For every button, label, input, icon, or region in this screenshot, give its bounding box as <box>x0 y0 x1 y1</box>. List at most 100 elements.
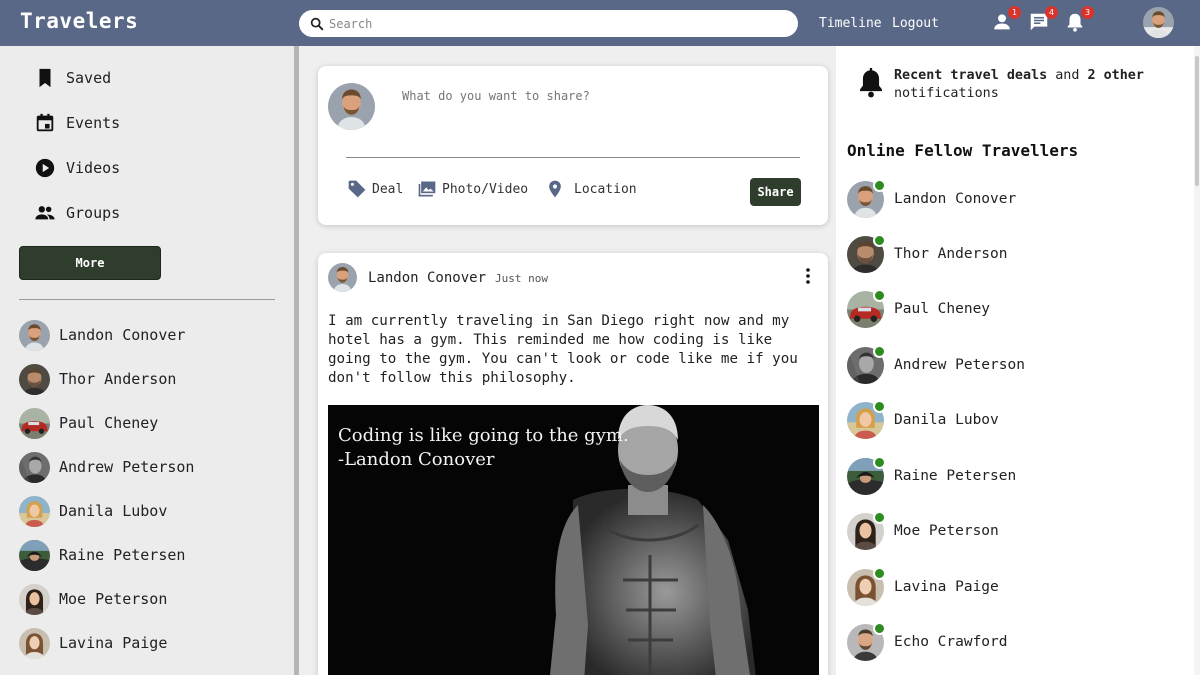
online-status-dot <box>873 621 886 635</box>
avatar <box>19 539 50 571</box>
online-traveler[interactable]: Thor Anderson <box>847 233 1008 273</box>
friend-name: Thor Anderson <box>59 370 177 388</box>
bookmark-icon <box>39 68 51 88</box>
share-input[interactable] <box>402 89 792 103</box>
notifications-button[interactable]: 3 <box>1064 6 1094 33</box>
online-traveler-name: Echo Crawford <box>894 634 1008 650</box>
online-traveler-name: Thor Anderson <box>894 246 1008 262</box>
online-traveler-name: Raine Petersen <box>894 468 1017 484</box>
online-traveler-name: Danila Lubov <box>894 412 999 428</box>
post-author-name[interactable]: Landon Conover <box>368 270 486 286</box>
deal-option[interactable]: Deal <box>347 179 403 199</box>
page-scrollbar[interactable] <box>1194 46 1200 675</box>
search-input[interactable] <box>329 16 769 31</box>
feed-post: Landon Conover Just now I am currently t… <box>318 253 828 675</box>
notification-count: 2 other <box>1087 68 1144 83</box>
online-status-dot <box>873 399 886 413</box>
friend-item[interactable]: Andrew Peterson <box>19 451 194 483</box>
logout-link[interactable]: Logout <box>892 16 939 31</box>
more-options-icon[interactable] <box>801 267 815 285</box>
online-status-dot <box>873 566 886 580</box>
avatar <box>19 627 50 659</box>
online-traveler-name: Landon Conover <box>894 191 1017 207</box>
user-avatar[interactable] <box>1143 7 1174 38</box>
friend-name: Andrew Peterson <box>59 458 195 476</box>
photo-video-option[interactable]: Photo/Video <box>417 179 528 199</box>
sidebar-item-saved[interactable]: Saved <box>34 66 111 90</box>
online-traveler-name: Lavina Paige <box>894 579 999 595</box>
image-quote-line-1: Coding is like going to the gym. <box>338 425 629 446</box>
post-author-avatar[interactable] <box>328 263 357 292</box>
notifications-badge: 3 <box>1081 6 1094 19</box>
online-traveler[interactable]: Landon Conover <box>847 178 1017 218</box>
friend-item[interactable]: Raine Petersen <box>19 539 185 571</box>
friend-item[interactable]: Thor Anderson <box>19 363 176 395</box>
online-traveler[interactable]: Echo Crawford <box>847 621 1008 661</box>
friend-item[interactable]: Danila Lubov <box>19 495 167 527</box>
online-traveler-name: Paul Cheney <box>894 301 991 317</box>
online-status-dot <box>873 178 886 192</box>
online-status-dot <box>873 233 886 247</box>
friend-item[interactable]: Lavina Paige <box>19 627 167 659</box>
avatar <box>847 566 886 606</box>
timeline-link[interactable]: Timeline <box>819 16 882 31</box>
friend-item[interactable]: Landon Conover <box>19 319 185 351</box>
notification-rest: notifications <box>894 86 999 101</box>
sidebar-item-events[interactable]: Events <box>34 111 120 135</box>
messages-button[interactable]: 4 <box>1028 6 1058 33</box>
online-traveler[interactable]: Andrew Peterson <box>847 344 1025 384</box>
bell-icon <box>860 68 882 98</box>
online-status-dot <box>873 455 886 469</box>
sidebar-item-label: Videos <box>66 159 121 177</box>
sidebar-item-label: Groups <box>66 204 121 222</box>
more-button[interactable]: More <box>19 246 161 280</box>
avatar <box>847 510 886 550</box>
image-quote-line-2: -Landon Conover <box>338 449 495 470</box>
online-traveler[interactable]: Danila Lubov <box>847 399 999 439</box>
online-traveler[interactable]: Moe Peterson <box>847 510 999 550</box>
online-section-title: Online Fellow Travellers <box>847 141 1079 160</box>
avatar <box>19 451 50 483</box>
notification-deals: Recent travel deals <box>894 68 1048 83</box>
location-option[interactable]: Location <box>545 179 637 199</box>
friend-item[interactable]: Moe Peterson <box>19 583 167 615</box>
friend-name: Raine Petersen <box>59 546 186 564</box>
avatar <box>847 178 886 218</box>
friend-name: Lavina Paige <box>59 634 168 652</box>
sidebar-item-groups[interactable]: Groups <box>34 201 120 225</box>
post-image[interactable]: Coding is like going to the gym. -Landon… <box>328 405 819 675</box>
notification-and: and <box>1055 68 1080 83</box>
sidebar-item-label: Saved <box>66 69 112 87</box>
online-traveler[interactable]: Raine Petersen <box>847 455 1017 495</box>
photo-icon <box>418 181 436 197</box>
online-status-dot <box>873 288 886 302</box>
photo-video-label: Photo/Video <box>442 181 529 197</box>
friend-requests-badge: 1 <box>1008 6 1021 19</box>
online-traveler[interactable]: Paul Cheney <box>847 288 991 328</box>
post-composer: Deal Photo/Video Location Share <box>318 66 828 225</box>
avatar <box>19 363 50 395</box>
online-traveler[interactable]: Lavina Paige <box>847 566 999 606</box>
avatar <box>19 583 50 615</box>
friend-name: Danila Lubov <box>59 502 168 520</box>
play-circle-icon <box>35 158 55 178</box>
composer-divider <box>346 157 800 158</box>
composer-avatar <box>328 83 375 130</box>
online-status-dot <box>873 344 886 358</box>
avatar <box>847 399 886 439</box>
share-button[interactable]: Share <box>750 178 801 206</box>
site-logo[interactable]: Travelers <box>20 9 138 33</box>
avatar <box>19 407 50 439</box>
notification-summary[interactable]: Recent travel deals and 2 other notifica… <box>894 67 1184 103</box>
sidebar-item-videos[interactable]: Videos <box>34 156 120 180</box>
avatar <box>847 288 886 328</box>
friend-item[interactable]: Paul Cheney <box>19 407 158 439</box>
friend-requests-button[interactable]: 1 <box>991 6 1021 33</box>
deal-label: Deal <box>372 181 404 197</box>
post-timestamp: Just now <box>495 272 548 285</box>
scrollbar-thumb[interactable] <box>1195 56 1199 186</box>
left-sidebar <box>0 46 296 675</box>
search-bar[interactable] <box>299 10 798 37</box>
tag-icon <box>348 180 366 198</box>
avatar <box>847 455 886 495</box>
